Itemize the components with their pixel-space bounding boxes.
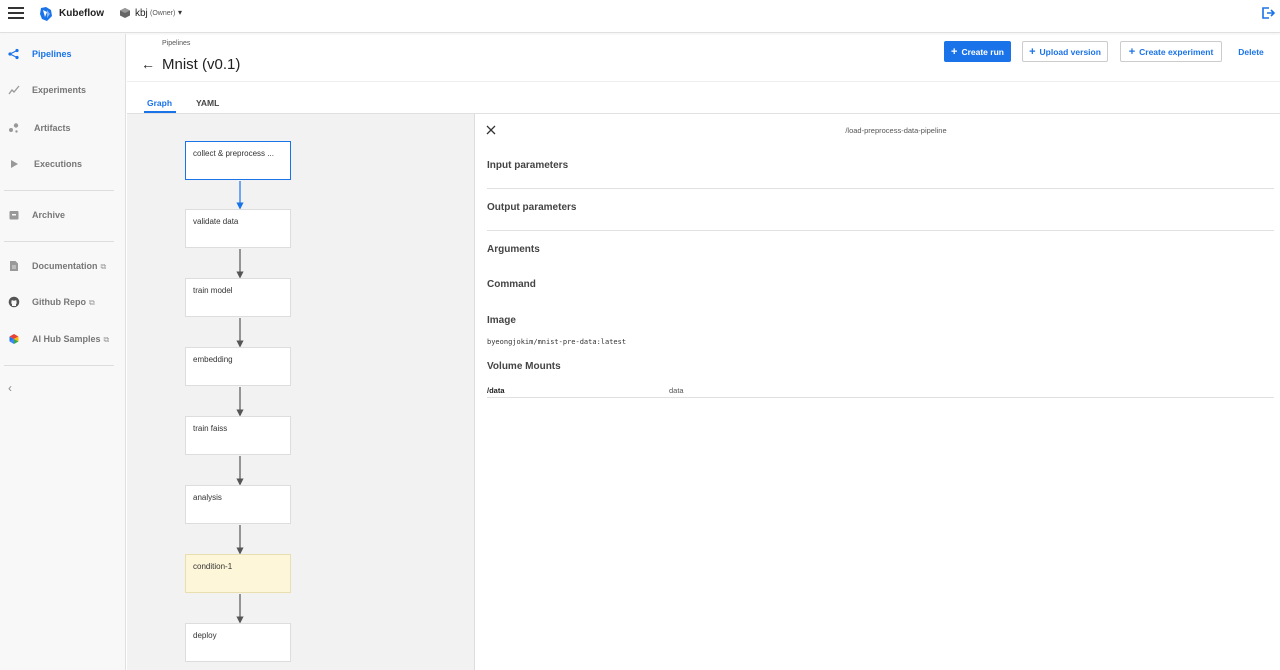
image-value: byeongjokim/mnist-pre-data:latest (487, 338, 627, 346)
graph-node-analysis[interactable]: analysis (185, 485, 291, 524)
executions-icon (11, 160, 18, 168)
section-divider (487, 230, 1274, 231)
volume-mount-path: /data (487, 386, 505, 395)
image-heading: Image (487, 315, 516, 326)
command-heading: Command (487, 279, 536, 290)
sidebar: Pipelines Experiments Artifacts Executio… (0, 34, 126, 670)
external-link-icon: ⧉ (89, 298, 95, 307)
github-icon (8, 296, 20, 308)
volume-mounts-heading: Volume Mounts (487, 361, 561, 372)
sidebar-item-artifacts[interactable]: Artifacts (0, 117, 125, 141)
node-details-panel: /load-preprocess-data-pipeline Input par… (476, 114, 1280, 670)
create-experiment-button[interactable]: + Create experiment (1120, 41, 1222, 62)
node-label: condition-1 (193, 562, 233, 571)
tab-yaml[interactable]: YAML (196, 98, 219, 108)
node-label: deploy (193, 631, 217, 640)
arguments-heading: Arguments (487, 244, 540, 255)
upload-version-button[interactable]: + Upload version (1022, 41, 1108, 62)
node-label: train faiss (193, 424, 228, 433)
top-bar: Kubeflow kbj (Owner) ▾ (0, 0, 1280, 33)
sidebar-item-executions[interactable]: Executions (0, 153, 125, 177)
archive-icon (9, 211, 19, 220)
page-title: Mnist (v0.1) (162, 56, 241, 73)
graph-node-train-faiss[interactable]: train faiss (185, 416, 291, 455)
sidebar-item-github-repo[interactable]: Github Repo ⧉ (0, 291, 125, 315)
input-parameters-heading: Input parameters (487, 160, 569, 171)
artifacts-icon (9, 123, 19, 133)
back-arrow-icon[interactable]: ← (141, 56, 155, 72)
sidebar-item-ai-hub-samples[interactable]: AI Hub Samples ⧉ (0, 328, 125, 352)
sidebar-item-experiments[interactable]: Experiments (0, 79, 125, 103)
sidebar-item-pipelines[interactable]: Pipelines (0, 43, 125, 67)
sidebar-item-label: Artifacts (34, 123, 71, 133)
sidebar-item-label: Github Repo ⧉ (32, 297, 95, 307)
graph-edges (236, 181, 244, 624)
namespace-dropdown-caret-icon[interactable]: ▾ (178, 8, 182, 17)
plus-icon: + (1128, 45, 1136, 58)
tab-graph[interactable]: Graph (147, 98, 172, 108)
sidebar-item-label: AI Hub Samples ⧉ (32, 334, 110, 344)
documentation-icon (10, 261, 18, 271)
delete-button[interactable]: Delete (1232, 41, 1270, 62)
sidebar-item-label: Archive (32, 210, 66, 220)
sidebar-item-label: Documentation ⧉ (32, 261, 107, 271)
sidebar-item-label: Pipelines (32, 49, 72, 59)
create-experiment-label: Create experiment (1139, 46, 1214, 57)
create-run-label: Create run (961, 46, 1004, 57)
external-link-icon: ⧉ (100, 262, 107, 271)
volume-mount-name: data (669, 386, 684, 395)
collapse-sidebar-chevron-icon[interactable]: ‹ (8, 381, 12, 395)
plus-icon: + (951, 45, 958, 58)
graph-node-condition-1[interactable]: condition-1 (185, 554, 291, 593)
sidebar-divider (4, 365, 114, 366)
graph-node-deploy[interactable]: deploy (185, 623, 291, 662)
graph-node-train-model[interactable]: train model (185, 278, 291, 317)
logout-icon[interactable] (1261, 6, 1275, 20)
node-label: validate data (193, 217, 239, 226)
hamburger-menu-icon[interactable] (8, 7, 24, 21)
create-run-button[interactable]: + Create run (944, 41, 1011, 62)
namespace-selector[interactable]: kbj (135, 8, 148, 19)
plus-icon: + (1029, 45, 1036, 58)
sidebar-item-archive[interactable]: Archive (0, 204, 125, 228)
sidebar-divider (4, 190, 114, 191)
experiments-icon (8, 85, 20, 95)
namespace-role: (Owner) (150, 10, 176, 17)
graph-node-embedding[interactable]: embedding (185, 347, 291, 386)
node-label: train model (193, 286, 233, 295)
section-divider (487, 397, 1274, 398)
sidebar-divider (4, 241, 114, 242)
graph-node-validate-data[interactable]: validate data (185, 209, 291, 248)
node-label: collect & preprocess ... (193, 149, 274, 158)
upload-version-label: Upload version (1039, 46, 1101, 57)
kubeflow-logo-icon[interactable] (38, 6, 54, 22)
sidebar-item-documentation[interactable]: Documentation ⧉ (0, 255, 125, 279)
sidebar-item-label: Executions (34, 159, 83, 169)
output-parameters-heading: Output parameters (487, 202, 577, 213)
ai-hub-icon (9, 334, 19, 344)
node-label: embedding (193, 355, 233, 364)
panel-title: /load-preprocess-data-pipeline (845, 126, 947, 135)
brand-name[interactable]: Kubeflow (59, 8, 104, 19)
sidebar-item-label: Experiments (32, 85, 87, 95)
external-link-icon: ⧉ (103, 335, 110, 344)
namespace-cube-icon (120, 8, 130, 18)
node-label: analysis (193, 493, 222, 502)
breadcrumb[interactable]: Pipelines (162, 40, 190, 47)
pipeline-graph[interactable]: collect & preprocess ... validate data t… (127, 114, 475, 670)
header-divider (127, 81, 1280, 82)
graph-node-collect-preprocess[interactable]: collect & preprocess ... (185, 141, 291, 180)
pipelines-icon (8, 48, 19, 60)
section-divider (487, 188, 1274, 189)
